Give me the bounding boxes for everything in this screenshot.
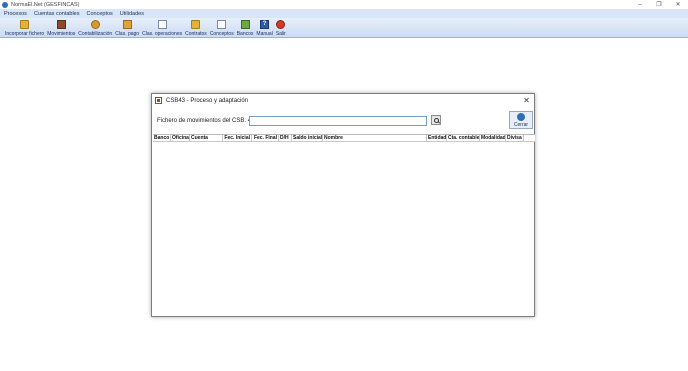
column-header-divisa[interactable]: Divisa: [506, 135, 524, 142]
cerrar-button[interactable]: Cerrar: [509, 111, 533, 129]
window-title: NormaEl.Net (GESFINCAS): [11, 1, 80, 8]
column-header-cta-contable[interactable]: Cta. contable: [447, 135, 480, 142]
menu-utilidades[interactable]: Utilidades: [120, 11, 144, 17]
column-header-modalidad[interactable]: Modalidad: [480, 135, 506, 142]
minimize-button[interactable]: –: [636, 2, 644, 8]
toolbar-label: Incorporar fichero: [5, 31, 45, 37]
app-icon: [2, 1, 8, 8]
toolbar-manual-button[interactable]: ? Manual: [256, 18, 273, 37]
browse-file-button[interactable]: [431, 115, 441, 125]
file-path-input[interactable]: [249, 116, 427, 126]
toolbar-clas-pago-button[interactable]: Clas. pago: [115, 18, 139, 37]
close-window-button[interactable]: ✕: [674, 1, 682, 8]
document-icon: [157, 20, 167, 29]
toolbar-contabilizacion-button[interactable]: Contabilización: [78, 18, 112, 37]
dialog-titlebar: CSB43 - Proceso y adaptación ✕: [152, 94, 534, 107]
coins-icon: [90, 20, 100, 29]
toolbar-label: Conceptos: [209, 31, 234, 37]
column-header-dh[interactable]: D/H: [279, 135, 292, 142]
column-header-entidad[interactable]: Entidad: [427, 135, 447, 142]
menu-conceptos[interactable]: Conceptos: [87, 11, 113, 17]
toolbar-salir-button[interactable]: Salir: [276, 18, 286, 37]
toolbar-bancos-button[interactable]: Bancos: [236, 18, 254, 37]
toolbar-label: Movimientos: [47, 31, 76, 37]
toolbar-label: Contabilización: [78, 31, 113, 37]
column-header-oficina[interactable]: Oficina: [171, 135, 190, 142]
toolbar-label: Bancos: [236, 31, 254, 37]
file-field-label: Fichero de movimientos del CSB. 43:: [157, 118, 257, 124]
toolbar-clas-operaciones-button[interactable]: Clas. operaciones: [142, 18, 182, 37]
menu-cuentas-contables[interactable]: Cuentas contables: [34, 11, 80, 17]
ledger-icon: [56, 20, 66, 29]
toolbar-movimientos-button[interactable]: Movimientos: [47, 18, 75, 37]
movements-table: Banco Oficina Cuenta Fec. Inicial Fec. F…: [153, 134, 535, 316]
window-titlebar: NormaEl.Net (GESFINCAS) – ❐ ✕: [0, 0, 688, 9]
toolbar-label: Clas. operaciones: [142, 31, 183, 37]
window-controls: – ❐ ✕: [636, 0, 682, 9]
book-icon: [191, 20, 201, 29]
column-header-fec-inicial[interactable]: Fec. Inicial: [223, 135, 252, 142]
folder-icon: [20, 20, 30, 29]
document-icon: [122, 20, 132, 29]
menu-bar: Procesos Cuentas contables Conceptos Uti…: [0, 9, 688, 18]
column-header-banco[interactable]: Banco: [153, 135, 171, 142]
help-icon: ?: [260, 20, 270, 29]
toolbar-contratos-button[interactable]: Contratos: [185, 18, 207, 37]
exit-icon: [276, 20, 286, 29]
dialog-close-icon[interactable]: ✕: [522, 96, 531, 105]
toolbar-conceptos-button[interactable]: Conceptos: [210, 18, 234, 37]
column-header-saldo-inicial[interactable]: Saldo inicial: [292, 135, 323, 142]
close-door-icon: [517, 113, 525, 121]
csb43-dialog: CSB43 - Proceso y adaptación ✕ Fichero d…: [151, 93, 535, 317]
toolbar-incorporar-fichero-button[interactable]: Incorporar fichero: [5, 18, 44, 37]
bank-icon: [240, 20, 250, 29]
search-icon: [433, 117, 439, 123]
column-header-fec-final[interactable]: Fec. Final: [252, 135, 279, 142]
toolbar-label: Salir: [275, 31, 286, 37]
cerrar-label: Cerrar: [513, 122, 529, 128]
menu-procesos[interactable]: Procesos: [4, 11, 27, 17]
toolbar: Incorporar fichero Movimientos Contabili…: [0, 18, 688, 38]
csb43-icon: [155, 97, 162, 104]
toolbar-label: Clas. pago: [115, 31, 140, 37]
toolbar-label: Manual: [256, 31, 273, 37]
table-header: Banco Oficina Cuenta Fec. Inicial Fec. F…: [153, 135, 535, 142]
dialog-title: CSB43 - Proceso y adaptación: [166, 97, 249, 104]
column-header-nombre[interactable]: Nombre: [323, 135, 427, 142]
restore-button[interactable]: ❐: [655, 1, 663, 8]
column-header-cuenta[interactable]: Cuenta: [190, 135, 223, 142]
toolbar-label: Contratos: [185, 31, 207, 37]
checklist-icon: [217, 20, 227, 29]
